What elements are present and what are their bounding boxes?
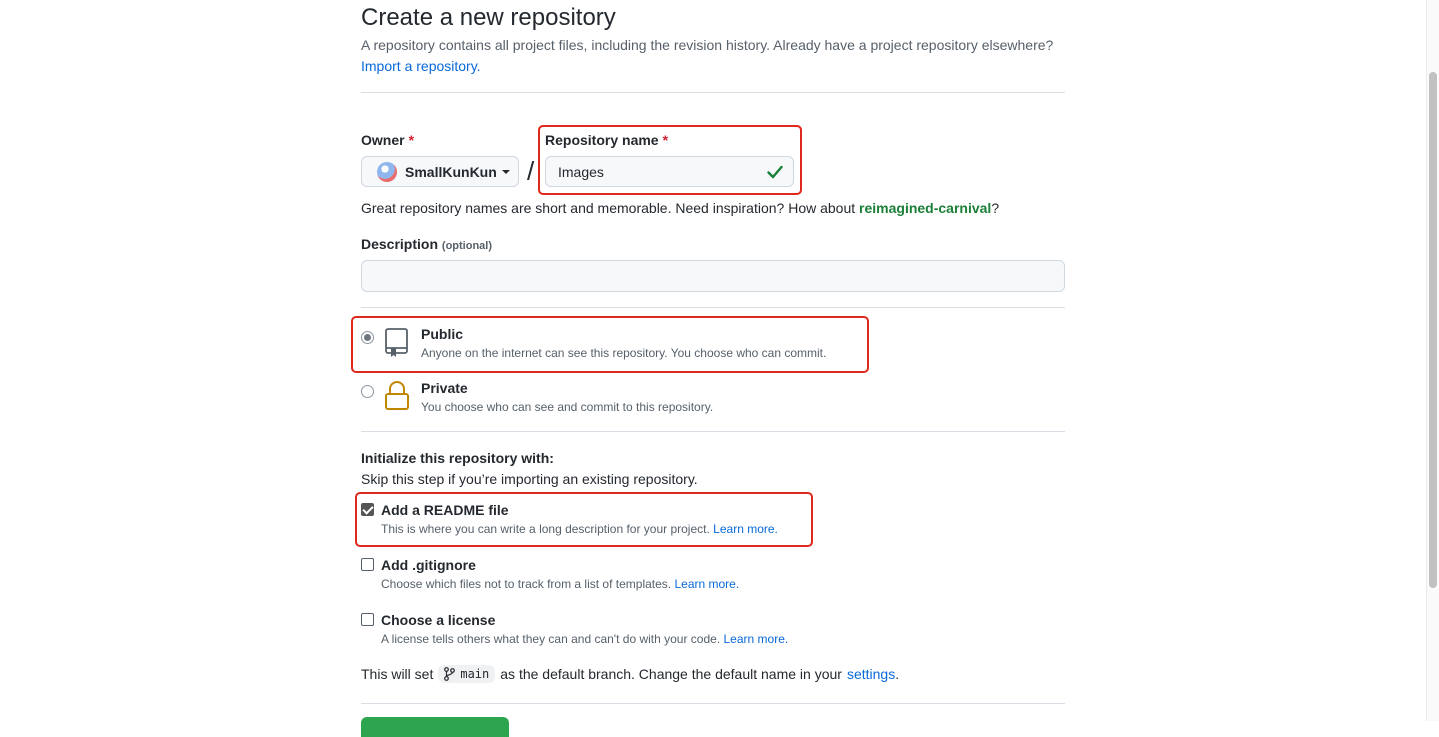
- description-label: Description (optional): [361, 236, 492, 252]
- visibility-private-title: Private: [421, 380, 468, 396]
- visibility-public-desc: Anyone on the internet can see this repo…: [421, 346, 827, 360]
- divider: [361, 431, 1065, 432]
- readme-title: Add a README file: [381, 502, 509, 518]
- branch-name: main: [460, 667, 490, 681]
- settings-link[interactable]: settings: [847, 666, 895, 682]
- owner-repo-separator: /: [527, 156, 535, 186]
- branch-note-middle: as the default branch. Change the defaul…: [500, 666, 842, 682]
- divider: [361, 307, 1065, 308]
- create-repository-button[interactable]: [361, 717, 509, 737]
- optional-tag: (optional): [441, 240, 493, 252]
- highlight-readme: [355, 492, 813, 547]
- license-title: Choose a license: [381, 612, 496, 628]
- visibility-public-title: Public: [421, 326, 464, 342]
- init-subheading: Skip this step if you’re importing an ex…: [361, 471, 698, 487]
- page-title: Create a new repository: [361, 4, 616, 31]
- avatar: [377, 161, 397, 182]
- branch-note-suffix: .: [895, 666, 900, 682]
- repo-name-input[interactable]: Images: [545, 156, 794, 187]
- readme-desc: This is where you can write a long descr…: [381, 522, 778, 536]
- readme-checkbox[interactable]: [361, 503, 374, 516]
- repo-name-hint: Great repository names are short and mem…: [361, 200, 999, 216]
- subtitle-text: A repository contains all project files,…: [361, 37, 1054, 53]
- license-desc: A license tells others what they can and…: [381, 632, 788, 646]
- owner-required-mark: *: [408, 132, 415, 148]
- highlight-public: [351, 316, 869, 373]
- repo-name-label-text: Repository name: [545, 132, 659, 148]
- description-input[interactable]: [361, 260, 1065, 292]
- owner-select[interactable]: SmallKunKun: [361, 156, 519, 187]
- repo-name-label: Repository name *: [545, 132, 668, 148]
- owner-label: Owner *: [361, 132, 414, 148]
- import-repository-link[interactable]: Import a repository.: [361, 58, 481, 74]
- gitignore-desc-text: Choose which files not to track from a l…: [381, 577, 672, 591]
- repo-name-required-mark: *: [662, 132, 669, 148]
- branch-badge: main: [438, 665, 496, 683]
- git-branch-icon: [444, 667, 456, 681]
- init-heading: Initialize this repository with:: [361, 450, 554, 466]
- description-label-text: Description: [361, 236, 439, 252]
- page-subtitle: A repository contains all project files,…: [361, 35, 1061, 77]
- owner-value: SmallKunKun: [405, 163, 497, 180]
- visibility-public-radio[interactable]: [361, 331, 374, 344]
- license-checkbox[interactable]: [361, 613, 374, 626]
- lock-icon: [385, 381, 409, 410]
- gitignore-checkbox[interactable]: [361, 558, 374, 571]
- gitignore-title: Add .gitignore: [381, 557, 476, 573]
- divider: [361, 703, 1065, 704]
- visibility-private-desc: You choose who can see and commit to thi…: [421, 400, 714, 414]
- scrollbar-thumb[interactable]: [1429, 72, 1437, 588]
- divider: [361, 92, 1065, 93]
- repo-icon: [385, 328, 408, 357]
- check-icon: [767, 165, 783, 179]
- chevron-down-icon: [501, 169, 510, 174]
- name-suggestion[interactable]: reimagined-carnival: [859, 200, 991, 216]
- repo-name-value: Images: [558, 163, 604, 180]
- readme-desc-text: This is where you can write a long descr…: [381, 522, 710, 536]
- branch-note-prefix: This will set: [361, 666, 434, 682]
- visibility-private-radio[interactable]: [361, 385, 374, 398]
- gitignore-learn-more-link[interactable]: Learn more.: [674, 577, 739, 591]
- default-branch-note: This will set main as the default branch…: [361, 665, 899, 683]
- hint-text: Great repository names are short and mem…: [361, 200, 856, 216]
- readme-learn-more-link[interactable]: Learn more.: [713, 522, 778, 536]
- license-learn-more-link[interactable]: Learn more.: [724, 632, 789, 646]
- gitignore-desc: Choose which files not to track from a l…: [381, 577, 739, 591]
- owner-label-text: Owner: [361, 132, 405, 148]
- hint-suffix: ?: [991, 200, 1000, 216]
- license-desc-text: A license tells others what they can and…: [381, 632, 721, 646]
